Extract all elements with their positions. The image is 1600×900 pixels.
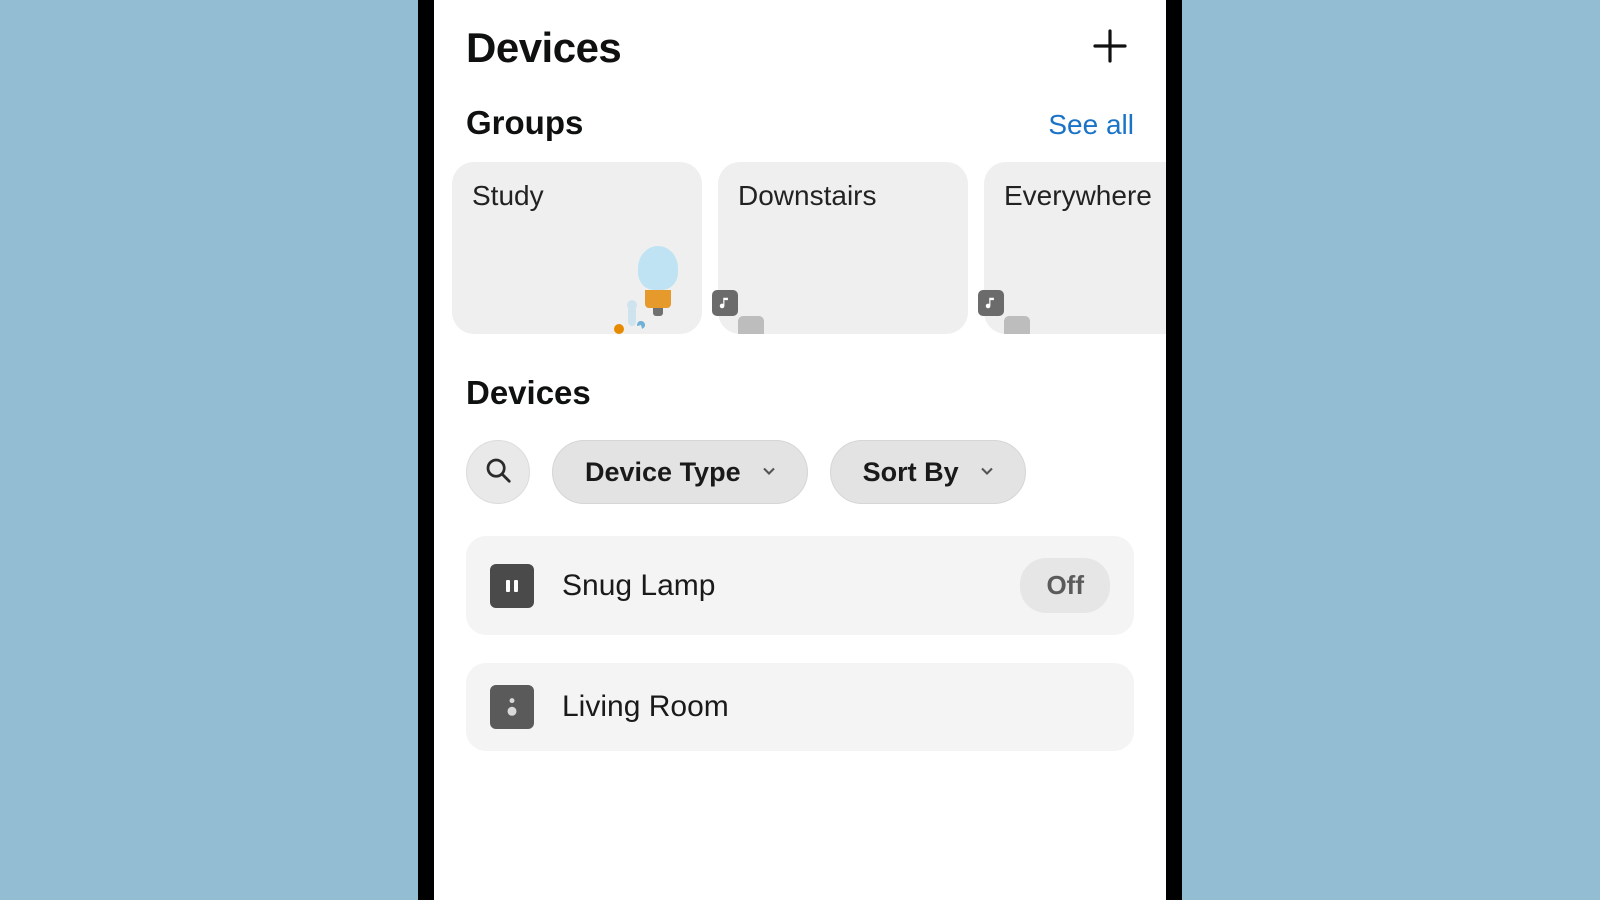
group-card-title: Study — [472, 180, 682, 212]
devices-heading: Devices — [466, 374, 1134, 412]
group-card-study[interactable]: Study — [452, 162, 702, 334]
speaker-icon — [490, 685, 534, 729]
device-row-snug-lamp[interactable]: Snug Lamp Off — [466, 536, 1134, 635]
sort-by-filter[interactable]: Sort By — [830, 440, 1026, 504]
chevron-down-icon — [759, 457, 779, 488]
add-button[interactable] — [1086, 24, 1134, 72]
group-card-everywhere[interactable]: Everywhere — [984, 162, 1166, 334]
page-title: Devices — [466, 24, 621, 72]
device-type-label: Device Type — [585, 457, 741, 488]
device-type-filter[interactable]: Device Type — [552, 440, 808, 504]
groups-carousel[interactable]: Study Downstairs — [452, 162, 1166, 334]
device-toggle[interactable]: Off — [1020, 558, 1110, 613]
plus-icon — [1090, 26, 1130, 71]
groups-heading: Groups — [466, 104, 583, 142]
light-bulb-icon — [634, 246, 682, 316]
device-name: Living Room — [562, 690, 1110, 724]
sort-by-label: Sort By — [863, 457, 959, 488]
device-name: Snug Lamp — [562, 569, 992, 603]
device-row-living-room[interactable]: Living Room — [466, 663, 1134, 751]
group-card-downstairs[interactable]: Downstairs — [718, 162, 968, 334]
search-button[interactable] — [466, 440, 530, 504]
group-card-title: Everywhere — [1004, 180, 1166, 212]
groups-see-all-link[interactable]: See all — [1048, 109, 1134, 141]
search-icon — [483, 455, 513, 490]
group-card-title: Downstairs — [738, 180, 948, 212]
chevron-down-icon — [977, 457, 997, 488]
plug-icon — [490, 564, 534, 608]
